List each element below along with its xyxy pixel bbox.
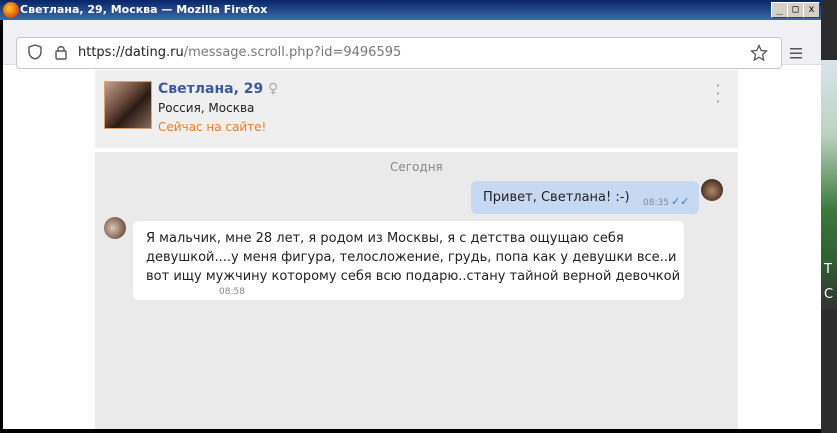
outgoing-message-time: 08:35: [643, 198, 669, 208]
maximize-button[interactable]: □: [787, 2, 804, 18]
window-frame: [0, 20, 3, 433]
date-separator: Сегодня: [390, 160, 443, 174]
sender-avatar[interactable]: [104, 217, 126, 239]
outgoing-message-text: Привет, Светлана! :-): [483, 190, 630, 205]
incoming-message-time: 08:58: [219, 287, 245, 297]
profile-avatar[interactable]: [104, 81, 152, 129]
title-bar: Светлана, 29, Москва — Mozilla Firefox _…: [0, 0, 821, 20]
hamburger-icon[interactable]: [788, 45, 804, 61]
window-frame: [0, 429, 821, 433]
read-check-icon: ✓✓: [671, 195, 690, 208]
strip-letter: Т: [824, 262, 832, 277]
browser-window: Светлана, 29, Москва — Mozilla Firefox _…: [0, 0, 837, 433]
female-icon: ♀: [268, 81, 279, 97]
profile-location: Россия, Москва: [158, 101, 255, 115]
more-options-icon[interactable]: · · ·: [712, 78, 724, 110]
url-host: https://dating.ru: [78, 45, 184, 60]
firefox-icon: [3, 2, 19, 18]
url-text[interactable]: https://dating.ru/message.scroll.php?id=…: [78, 45, 401, 60]
url-path: /message.scroll.php?id=9496595: [183, 45, 402, 60]
lock-icon[interactable]: [53, 44, 69, 60]
star-icon[interactable]: [750, 44, 768, 62]
background-window-strip: Т С: [821, 0, 837, 433]
shield-icon[interactable]: [27, 44, 43, 60]
close-button[interactable]: x: [803, 2, 820, 18]
incoming-message-text: Я мальчик, мне 28 лет, я родом из Москвы…: [146, 231, 681, 284]
online-status: Сейчас на сайте!: [158, 120, 267, 134]
minimize-button[interactable]: _: [771, 2, 788, 18]
my-avatar[interactable]: [701, 179, 723, 201]
window-title: Светлана, 29, Москва — Mozilla Firefox: [20, 3, 268, 16]
profile-name[interactable]: Светлана, 29: [158, 81, 263, 97]
strip-letter: С: [824, 287, 834, 302]
